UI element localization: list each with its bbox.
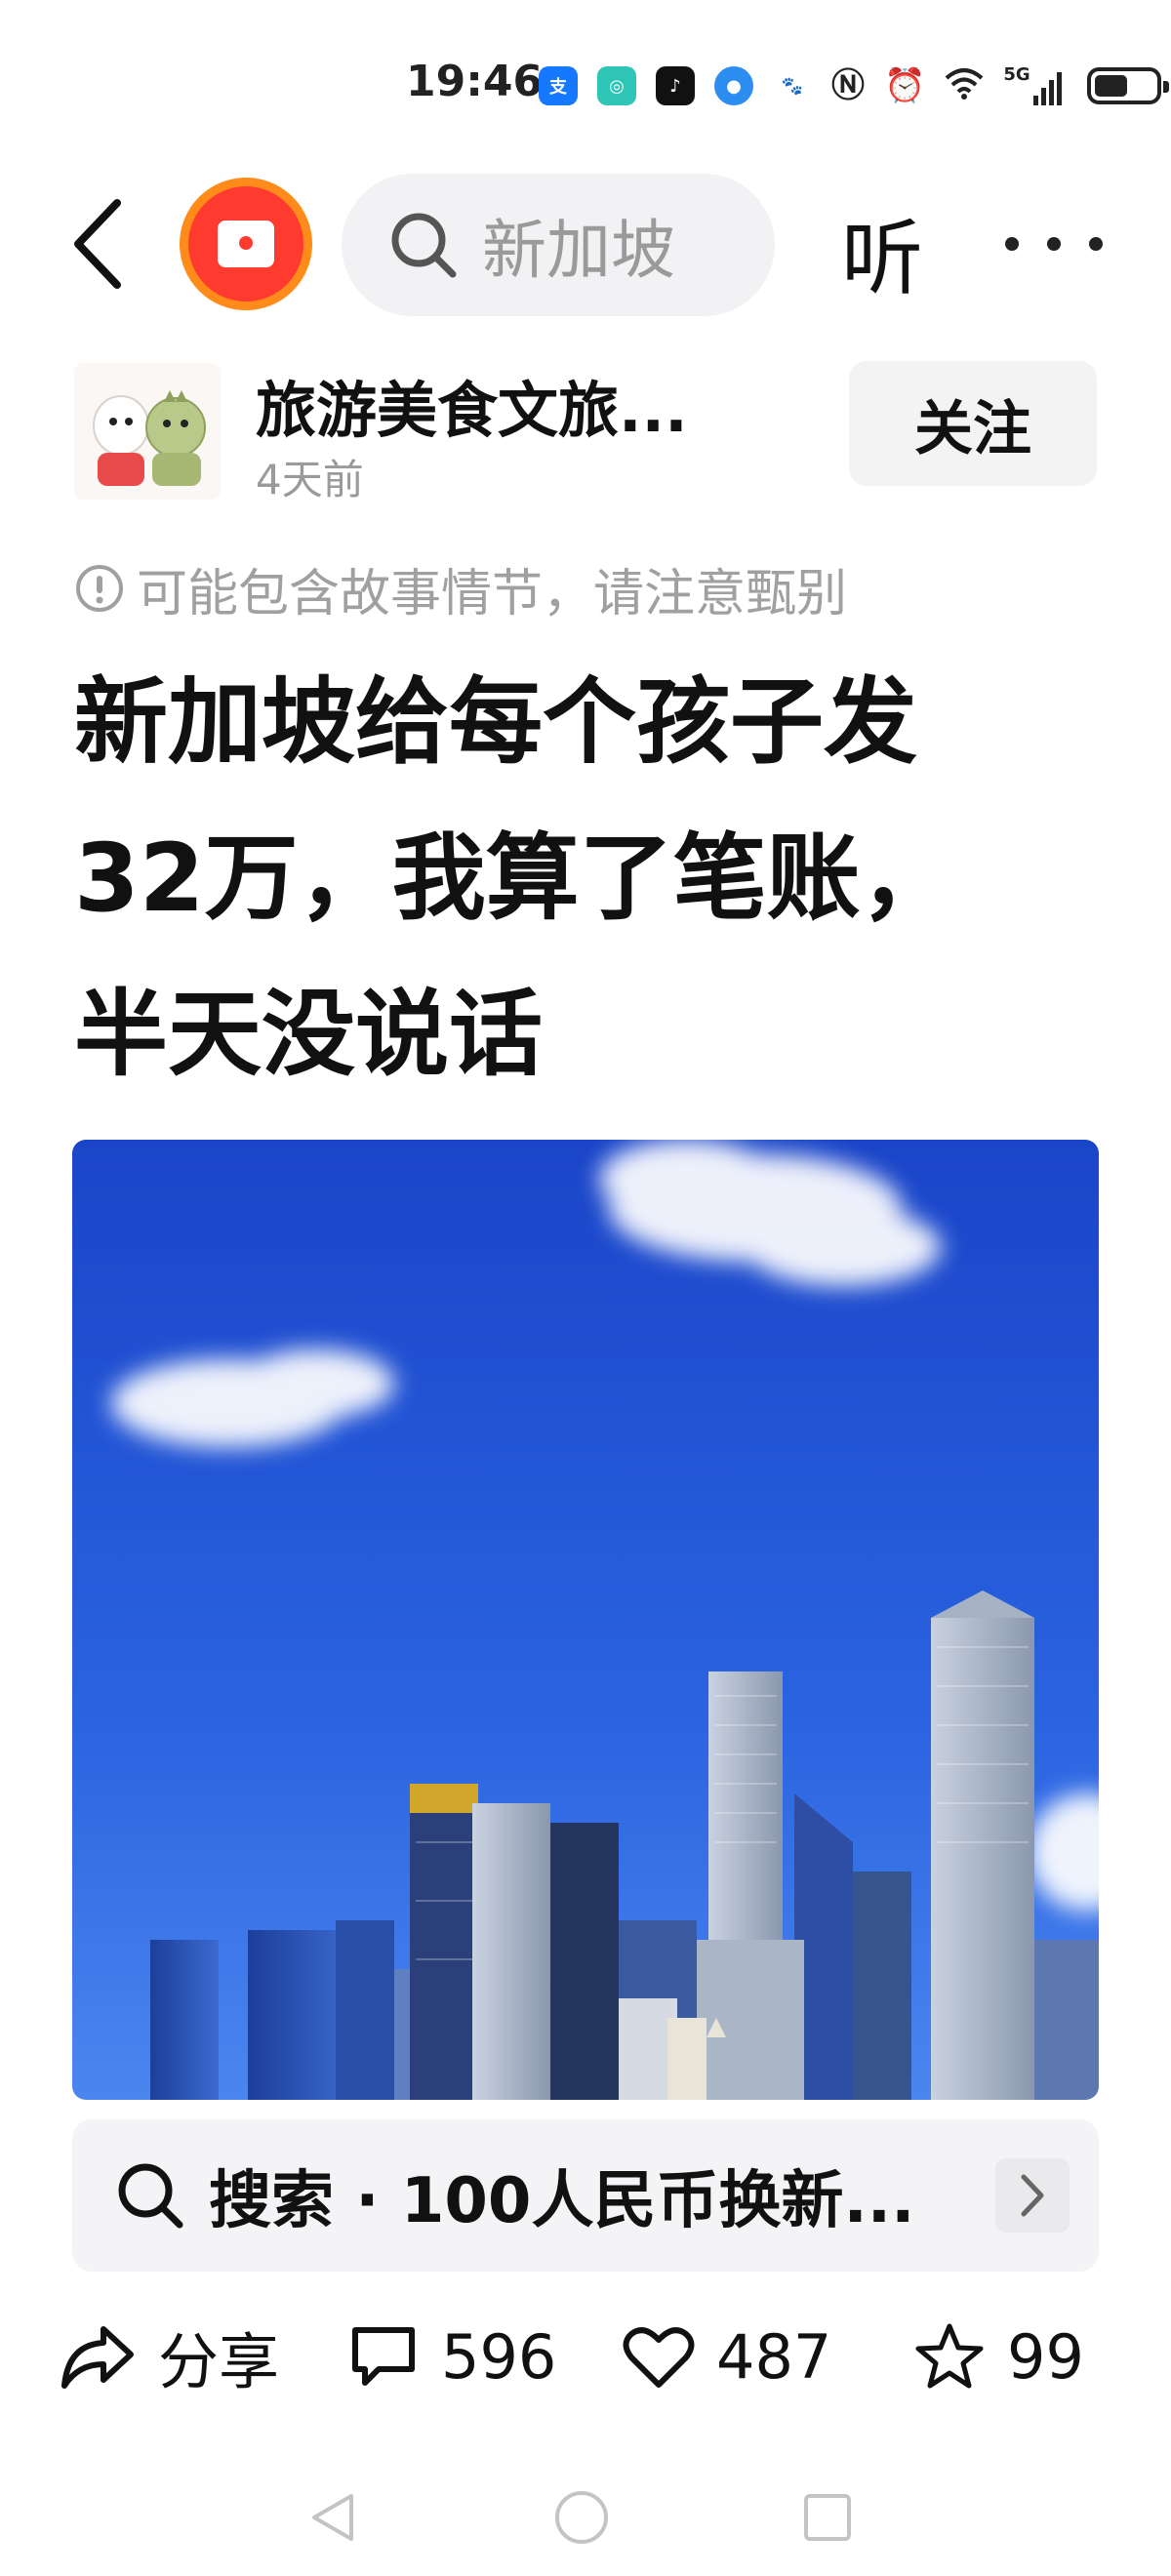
avatar[interactable] — [74, 363, 221, 500]
more-dot — [1005, 237, 1019, 251]
title-line: 新加坡给每个孩子发 — [74, 667, 917, 777]
nav-back-button[interactable] — [295, 2478, 373, 2556]
more-dot — [1047, 237, 1061, 251]
share-button[interactable]: 分享 — [59, 2303, 279, 2410]
browser-icon: ● — [714, 66, 753, 105]
status-bar: 19:46 支 ◎ ♪ ● 🐾 Ⓝ ⏰ 5G — [0, 0, 1171, 156]
square-recents-icon — [804, 2494, 851, 2541]
heart-icon — [623, 2327, 695, 2388]
related-search[interactable]: 搜索 · 100人民币换新... — [72, 2119, 1099, 2272]
top-nav: 新加坡 听 — [0, 166, 1171, 322]
like-button[interactable]: 487 — [623, 2303, 831, 2410]
nav-recents-button[interactable] — [788, 2478, 867, 2556]
author-row: 旅游美食文旅... 4天前 关注 — [0, 351, 1171, 507]
chevron-left-icon — [74, 199, 121, 289]
favorite-count: 99 — [1007, 2320, 1084, 2393]
status-time: 19:46 — [406, 57, 544, 106]
nav-home-button[interactable] — [543, 2478, 621, 2556]
red-packet-button[interactable] — [180, 178, 312, 310]
back-button[interactable] — [59, 195, 137, 293]
content-notice: 可能包含故事情节，请注意甄别 — [74, 554, 848, 624]
app-icon: ◎ — [597, 66, 636, 105]
triangle-back-icon — [312, 2494, 353, 2541]
network-label: 5G — [1003, 64, 1030, 85]
title-line: 32万，我算了笔账， — [74, 824, 954, 933]
search-box[interactable]: 新加坡 — [342, 174, 775, 316]
status-icons: 支 ◎ ♪ ● 🐾 Ⓝ ⏰ 5G — [539, 60, 1169, 111]
article-image[interactable] — [72, 1140, 1099, 2100]
title-line: 半天没说话 — [74, 980, 543, 1089]
nfc-icon: Ⓝ — [831, 66, 865, 105]
wifi-icon — [945, 66, 984, 105]
comment-icon — [352, 2327, 415, 2386]
tiktok-icon: ♪ — [656, 66, 695, 105]
related-search-text[interactable]: 搜索 · 100人民币换新... — [209, 2151, 931, 2240]
info-icon — [76, 565, 123, 612]
more-dot — [1089, 237, 1103, 251]
baidu-icon: 🐾 — [773, 66, 812, 105]
chevron-right-icon — [1021, 2174, 1044, 2217]
notice-text: 可能包含故事情节，请注意甄别 — [137, 564, 848, 624]
article-title: 新加坡给每个孩子发 32万，我算了笔账， 半天没说话 — [74, 644, 1109, 1112]
circle-home-icon — [555, 2491, 608, 2544]
signal-icon: 5G — [1003, 64, 1062, 105]
alipay-icon: 支 — [539, 66, 578, 105]
comment-button[interactable]: 596 — [347, 2303, 556, 2410]
system-nav-bar — [0, 2469, 1171, 2576]
follow-button[interactable]: 关注 — [849, 361, 1097, 486]
post-time: 4天前 — [256, 456, 364, 503]
star-icon — [915, 2323, 984, 2389]
like-count: 487 — [716, 2320, 832, 2393]
alarm-icon: ⏰ — [884, 66, 926, 105]
comment-count: 596 — [441, 2320, 557, 2393]
search-icon — [118, 2163, 183, 2229]
favorite-button[interactable]: 99 — [913, 2303, 1084, 2410]
share-label: 分享 — [158, 2326, 280, 2397]
author-name[interactable]: 旅游美食文旅... — [256, 361, 688, 449]
more-button[interactable] — [1005, 205, 1103, 283]
listen-button[interactable]: 听 — [841, 193, 923, 311]
related-search-arrow[interactable] — [995, 2158, 1070, 2233]
red-envelope-icon — [218, 221, 274, 267]
skyline-image — [72, 1140, 1099, 2100]
share-icon — [61, 2326, 134, 2389]
search-icon — [391, 213, 457, 278]
battery-icon — [1086, 67, 1169, 104]
action-bar: 分享 596 487 99 — [0, 2303, 1171, 2410]
search-input[interactable]: 新加坡 — [482, 198, 716, 292]
